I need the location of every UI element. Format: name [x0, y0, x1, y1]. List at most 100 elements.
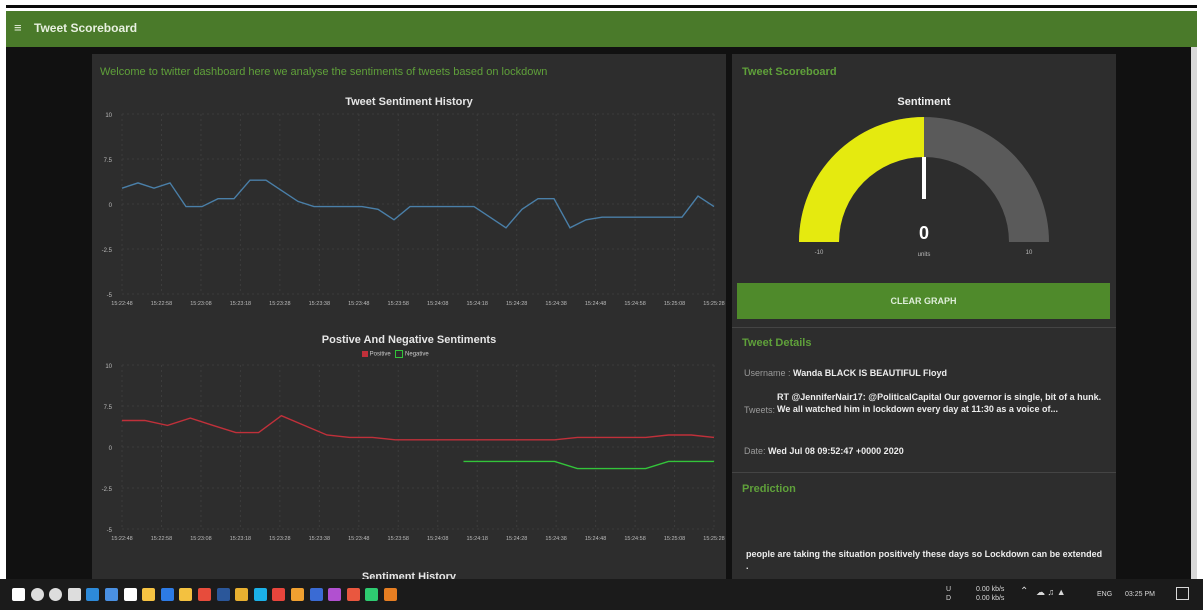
username-value: Wanda BLACK IS BEAUTIFUL Floyd: [793, 368, 948, 378]
task-view-icon[interactable]: [67, 588, 81, 601]
app-icon[interactable]: [328, 588, 342, 601]
folder-icon[interactable]: [179, 588, 193, 601]
x-tick-label: 15:24:48: [585, 536, 606, 542]
scrollbar[interactable]: [1191, 47, 1197, 579]
x-tick-label: 15:23:58: [388, 536, 409, 542]
app-title: Tweet Scoreboard: [34, 21, 138, 35]
scoreboard-panel: Tweet Scoreboard Sentiment 0 units -10 1…: [732, 54, 1116, 579]
x-tick-label: 15:25:28: [703, 536, 724, 542]
x-tick-label: 15:24:08: [427, 301, 448, 307]
x-tick-label: 15:23:28: [269, 301, 290, 307]
word-icon[interactable]: [216, 588, 230, 601]
language-indicator[interactable]: ENG: [1097, 590, 1112, 599]
network-speed: 0.00 kb/s 0.00 kb/s: [976, 585, 1004, 603]
welcome-text: Welcome to twitter dashboard here we ana…: [100, 66, 548, 78]
tray-icons[interactable]: ☁ ♫ ▲: [1036, 588, 1066, 597]
x-tick-label: 15:23:48: [348, 536, 369, 542]
gauge-units: units: [918, 252, 931, 258]
file-icon[interactable]: [142, 588, 156, 601]
app-header: ≡ Tweet Scoreboard: [6, 11, 1197, 47]
username-row: Username : Wanda BLACK IS BEAUTIFUL Floy…: [744, 368, 1104, 378]
x-tick-label: 15:23:18: [230, 301, 251, 307]
outlook-icon[interactable]: [160, 588, 174, 601]
posneg-chart: 10 7.5 0 -2.5 -5 15:22:48 15:22:58 15:23:08 15:2…: [102, 364, 725, 542]
history-chart: 10 7.5 0 -2.5 -5 15:22:48 15:22:58 15:23:08 15:2…: [102, 113, 725, 307]
username-label: Username :: [744, 368, 791, 378]
prediction-value: people are taking the situation positive…: [746, 549, 1103, 571]
x-tick-label: 15:24:58: [624, 301, 645, 307]
chrome-icon[interactable]: [235, 588, 249, 601]
x-tick-label: 15:22:48: [111, 536, 132, 542]
x-tick-label: 15:23:18: [230, 536, 251, 542]
search-icon[interactable]: [30, 588, 44, 601]
window-top-border: [0, 0, 1203, 9]
positive-swatch: [362, 351, 368, 357]
y-tick-label: 10: [105, 364, 112, 370]
sentiment-history-title: Sentiment History: [361, 571, 457, 579]
x-tick-label: 15:22:48: [111, 301, 132, 307]
history-chart-title: Tweet Sentiment History: [345, 96, 473, 108]
cortana-icon[interactable]: [49, 588, 63, 601]
y-tick-label: 10: [105, 113, 112, 119]
vlc-icon[interactable]: [384, 588, 397, 601]
y-tick-label: 0: [109, 446, 113, 452]
app-icon[interactable]: [272, 588, 286, 601]
app-icon[interactable]: [309, 588, 323, 601]
x-tick-label: 15:23:38: [309, 301, 330, 307]
posneg-chart-title: Postive And Negative Sentiments: [321, 334, 497, 346]
x-tick-label: 15:24:58: [624, 536, 645, 542]
clear-graph-button[interactable]: CLEAR GRAPH: [737, 283, 1110, 319]
app-icon[interactable]: [346, 588, 360, 601]
chevron-up-icon[interactable]: ⌃: [1020, 587, 1028, 597]
notification-icon[interactable]: [1176, 587, 1189, 600]
date-label: Date:: [744, 446, 766, 456]
charts-panel: Welcome to twitter dashboard here we ana…: [92, 54, 726, 579]
mail-icon[interactable]: [105, 588, 118, 601]
x-tick-label: 15:23:48: [348, 301, 369, 307]
tweets-label: Tweets:: [744, 405, 776, 415]
x-tick-label: 15:24:18: [466, 536, 487, 542]
positive-legend-label: Positive: [369, 351, 391, 358]
gauge-needle: [922, 157, 926, 199]
x-tick-label: 15:25:28: [703, 301, 724, 307]
y-tick-label: -5: [107, 528, 113, 534]
x-tick-label: 15:24:08: [427, 536, 448, 542]
y-tick-label: 0: [109, 203, 113, 209]
x-tick-label: 15:24:38: [545, 301, 566, 307]
gauge-title: Sentiment: [897, 96, 951, 108]
prediction-title: Prediction: [742, 483, 796, 495]
series-line-negative: [463, 460, 714, 470]
x-tick-label: 15:24:48: [585, 301, 606, 307]
edge-icon[interactable]: [86, 588, 100, 601]
net-up: 0.00 kb/s: [976, 586, 1005, 593]
date-row: Date: Wed Jul 08 09:52:47 +0000 2020: [744, 446, 1104, 456]
tweet-text: RT @JenniferNair17: @PoliticalCapital Ou…: [777, 392, 1102, 414]
x-tick-label: 15:24:28: [506, 536, 527, 542]
tweet-details-title: Tweet Details: [742, 337, 812, 349]
series-line-positive: [122, 414, 715, 441]
hamburger-icon[interactable]: ≡: [14, 20, 22, 35]
x-tick-label: 15:23:28: [269, 536, 290, 542]
date-value: Wed Jul 08 09:52:47 +0000 2020: [768, 446, 904, 456]
clock[interactable]: 03:25 PM: [1125, 590, 1155, 599]
divider: [732, 327, 1116, 328]
app-icon[interactable]: [253, 588, 267, 601]
app-icon[interactable]: [291, 588, 304, 601]
x-tick-label: 15:25:08: [664, 301, 685, 307]
x-tick-label: 15:23:08: [190, 301, 211, 307]
app-icon[interactable]: [365, 588, 379, 601]
store-icon[interactable]: [123, 588, 137, 601]
net-down: 0.00 kb/s: [976, 595, 1005, 602]
x-tick-label: 15:24:28: [506, 301, 527, 307]
dashboard-area: Welcome to twitter dashboard here we ana…: [6, 47, 1197, 579]
divider: [732, 472, 1116, 473]
y-tick-label: 7.5: [104, 158, 113, 164]
y-tick-label: -2.5: [102, 248, 113, 254]
windows-start-icon[interactable]: [12, 588, 25, 601]
top-divider: [6, 5, 1197, 8]
x-tick-label: 15:24:18: [466, 301, 487, 307]
y-tick-label: -5: [107, 293, 113, 299]
gauge-max-label: 10: [1026, 250, 1033, 256]
gauge-value: 0: [919, 223, 929, 243]
settings-icon[interactable]: [198, 588, 211, 601]
